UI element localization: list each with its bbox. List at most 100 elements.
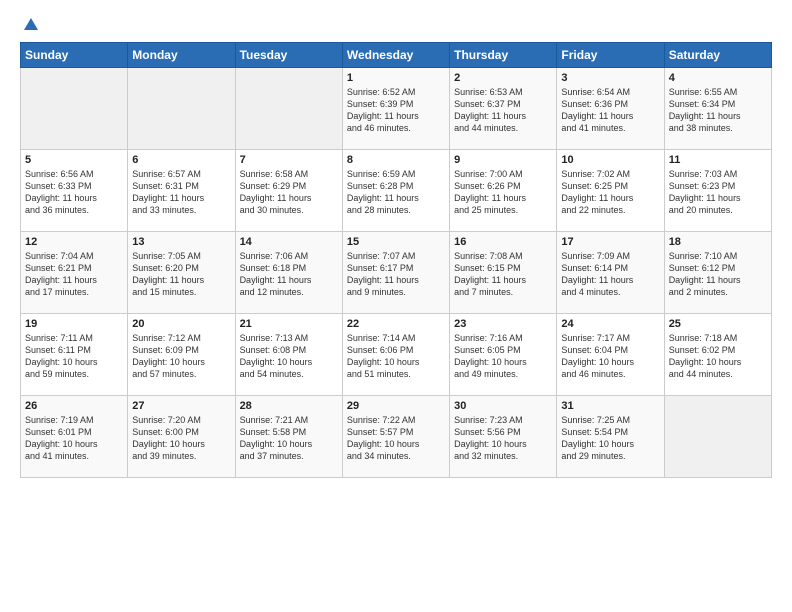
calendar-header: SundayMondayTuesdayWednesdayThursdayFrid…: [21, 43, 772, 68]
day-number: 4: [669, 72, 767, 84]
day-number: 11: [669, 154, 767, 166]
day-info: Sunrise: 7:07 AM Sunset: 6:17 PM Dayligh…: [347, 250, 445, 299]
day-info: Sunrise: 7:13 AM Sunset: 6:08 PM Dayligh…: [240, 332, 338, 381]
day-number: 8: [347, 154, 445, 166]
calendar-cell: 12 Sunrise: 7:04 AM Sunset: 6:21 PM Dayli…: [21, 232, 128, 314]
calendar-cell: [21, 68, 128, 150]
day-number: 16: [454, 236, 552, 248]
day-info: Sunrise: 7:11 AM Sunset: 6:11 PM Dayligh…: [25, 332, 123, 381]
day-number: 27: [132, 400, 230, 412]
day-info: Sunrise: 7:16 AM Sunset: 6:05 PM Dayligh…: [454, 332, 552, 381]
day-number: 26: [25, 400, 123, 412]
calendar-cell: 7 Sunrise: 6:58 AM Sunset: 6:29 PM Daylig…: [235, 150, 342, 232]
day-info: Sunrise: 6:55 AM Sunset: 6:34 PM Dayligh…: [669, 86, 767, 135]
day-number: 18: [669, 236, 767, 248]
day-info: Sunrise: 6:59 AM Sunset: 6:28 PM Dayligh…: [347, 168, 445, 217]
day-info: Sunrise: 7:09 AM Sunset: 6:14 PM Dayligh…: [561, 250, 659, 299]
calendar-cell: 13Sunrise: 7:05 AM Sunset: 6:20 PM Dayli…: [128, 232, 235, 314]
logo: [20, 16, 40, 34]
day-info: Sunrise: 6:53 AM Sunset: 6:37 PM Dayligh…: [454, 86, 552, 135]
day-number: 12: [25, 236, 123, 248]
day-info: Sunrise: 6:58 AM Sunset: 6:29 PM Dayligh…: [240, 168, 338, 217]
week-row-0: 1 Sunrise: 6:52 AM Sunset: 6:39 PM Daylig…: [21, 68, 772, 150]
day-number: 17: [561, 236, 659, 248]
header-day-friday: Friday: [557, 43, 664, 68]
calendar-cell: 6 Sunrise: 6:57 AM Sunset: 6:31 PM Daylig…: [128, 150, 235, 232]
day-number: 5: [25, 154, 123, 166]
week-row-3: 19 Sunrise: 7:11 AM Sunset: 6:11 PM Dayli…: [21, 314, 772, 396]
calendar-cell: 26Sunrise: 7:19 AM Sunset: 6:01 PM Dayli…: [21, 396, 128, 478]
day-number: 7: [240, 154, 338, 166]
day-info: Sunrise: 7:06 AM Sunset: 6:18 PM Dayligh…: [240, 250, 338, 299]
day-number: 19: [25, 318, 123, 330]
calendar-cell: 22 Sunrise: 7:14 AM Sunset: 6:06 PM Dayli…: [342, 314, 449, 396]
header-row: SundayMondayTuesdayWednesdayThursdayFrid…: [21, 43, 772, 68]
day-info: Sunrise: 7:05 AM Sunset: 6:20 PM Dayligh…: [132, 250, 230, 299]
day-number: 6: [132, 154, 230, 166]
calendar-cell: 10 Sunrise: 7:02 AM Sunset: 6:25 PM Dayli…: [557, 150, 664, 232]
day-info: Sunrise: 6:54 AM Sunset: 6:36 PM Dayligh…: [561, 86, 659, 135]
calendar-cell: [235, 68, 342, 150]
day-number: 31: [561, 400, 659, 412]
day-number: 30: [454, 400, 552, 412]
calendar-cell: 1 Sunrise: 6:52 AM Sunset: 6:39 PM Daylig…: [342, 68, 449, 150]
calendar-table: SundayMondayTuesdayWednesdayThursdayFrid…: [20, 42, 772, 478]
calendar-cell: 28 Sunrise: 7:21 AM Sunset: 5:58 PM Dayli…: [235, 396, 342, 478]
day-info: Sunrise: 7:10 AM Sunset: 6:12 PM Dayligh…: [669, 250, 767, 299]
day-number: 28: [240, 400, 338, 412]
day-number: 22: [347, 318, 445, 330]
day-number: 24: [561, 318, 659, 330]
calendar-cell: 17 Sunrise: 7:09 AM Sunset: 6:14 PM Dayli…: [557, 232, 664, 314]
day-info: Sunrise: 7:17 AM Sunset: 6:04 PM Dayligh…: [561, 332, 659, 381]
header-day-tuesday: Tuesday: [235, 43, 342, 68]
calendar-cell: 14Sunrise: 7:06 AM Sunset: 6:18 PM Dayli…: [235, 232, 342, 314]
calendar-cell: [128, 68, 235, 150]
week-row-1: 5 Sunrise: 6:56 AM Sunset: 6:33 PM Daylig…: [21, 150, 772, 232]
header-day-thursday: Thursday: [450, 43, 557, 68]
calendar-cell: 3 Sunrise: 6:54 AM Sunset: 6:36 PM Daylig…: [557, 68, 664, 150]
calendar-cell: 24 Sunrise: 7:17 AM Sunset: 6:04 PM Dayli…: [557, 314, 664, 396]
calendar-cell: 20 Sunrise: 7:12 AM Sunset: 6:09 PM Dayli…: [128, 314, 235, 396]
day-number: 2: [454, 72, 552, 84]
week-row-4: 26Sunrise: 7:19 AM Sunset: 6:01 PM Dayli…: [21, 396, 772, 478]
calendar-cell: 27 Sunrise: 7:20 AM Sunset: 6:00 PM Dayli…: [128, 396, 235, 478]
day-number: 15: [347, 236, 445, 248]
day-info: Sunrise: 7:18 AM Sunset: 6:02 PM Dayligh…: [669, 332, 767, 381]
calendar-cell: [664, 396, 771, 478]
calendar-cell: 18 Sunrise: 7:10 AM Sunset: 6:12 PM Dayli…: [664, 232, 771, 314]
calendar-cell: 5 Sunrise: 6:56 AM Sunset: 6:33 PM Daylig…: [21, 150, 128, 232]
day-info: Sunrise: 7:14 AM Sunset: 6:06 PM Dayligh…: [347, 332, 445, 381]
day-number: 29: [347, 400, 445, 412]
calendar-cell: 29Sunrise: 7:22 AM Sunset: 5:57 PM Dayli…: [342, 396, 449, 478]
day-number: 21: [240, 318, 338, 330]
day-number: 23: [454, 318, 552, 330]
header-day-monday: Monday: [128, 43, 235, 68]
day-info: Sunrise: 6:56 AM Sunset: 6:33 PM Dayligh…: [25, 168, 123, 217]
day-info: Sunrise: 7:20 AM Sunset: 6:00 PM Dayligh…: [132, 414, 230, 463]
calendar-cell: 2 Sunrise: 6:53 AM Sunset: 6:37 PM Daylig…: [450, 68, 557, 150]
day-info: Sunrise: 6:57 AM Sunset: 6:31 PM Dayligh…: [132, 168, 230, 217]
day-info: Sunrise: 7:12 AM Sunset: 6:09 PM Dayligh…: [132, 332, 230, 381]
calendar-cell: 19 Sunrise: 7:11 AM Sunset: 6:11 PM Dayli…: [21, 314, 128, 396]
day-info: Sunrise: 7:00 AM Sunset: 6:26 PM Dayligh…: [454, 168, 552, 217]
calendar-cell: 15 Sunrise: 7:07 AM Sunset: 6:17 PM Dayli…: [342, 232, 449, 314]
calendar-cell: 23 Sunrise: 7:16 AM Sunset: 6:05 PM Dayli…: [450, 314, 557, 396]
header-day-sunday: Sunday: [21, 43, 128, 68]
day-number: 1: [347, 72, 445, 84]
day-info: Sunrise: 7:03 AM Sunset: 6:23 PM Dayligh…: [669, 168, 767, 217]
day-info: Sunrise: 7:21 AM Sunset: 5:58 PM Dayligh…: [240, 414, 338, 463]
day-info: Sunrise: 7:02 AM Sunset: 6:25 PM Dayligh…: [561, 168, 659, 217]
day-number: 25: [669, 318, 767, 330]
day-number: 3: [561, 72, 659, 84]
header-day-wednesday: Wednesday: [342, 43, 449, 68]
calendar-cell: 11 Sunrise: 7:03 AM Sunset: 6:23 PM Dayli…: [664, 150, 771, 232]
calendar-cell: 31Sunrise: 7:25 AM Sunset: 5:54 PM Dayli…: [557, 396, 664, 478]
day-number: 10: [561, 154, 659, 166]
calendar-cell: 9 Sunrise: 7:00 AM Sunset: 6:26 PM Daylig…: [450, 150, 557, 232]
day-number: 9: [454, 154, 552, 166]
day-info: Sunrise: 7:04 AM Sunset: 6:21 PM Dayligh…: [25, 250, 123, 299]
calendar-body: 1 Sunrise: 6:52 AM Sunset: 6:39 PM Daylig…: [21, 68, 772, 478]
day-info: Sunrise: 6:52 AM Sunset: 6:39 PM Dayligh…: [347, 86, 445, 135]
day-number: 20: [132, 318, 230, 330]
calendar-cell: 21 Sunrise: 7:13 AM Sunset: 6:08 PM Dayli…: [235, 314, 342, 396]
